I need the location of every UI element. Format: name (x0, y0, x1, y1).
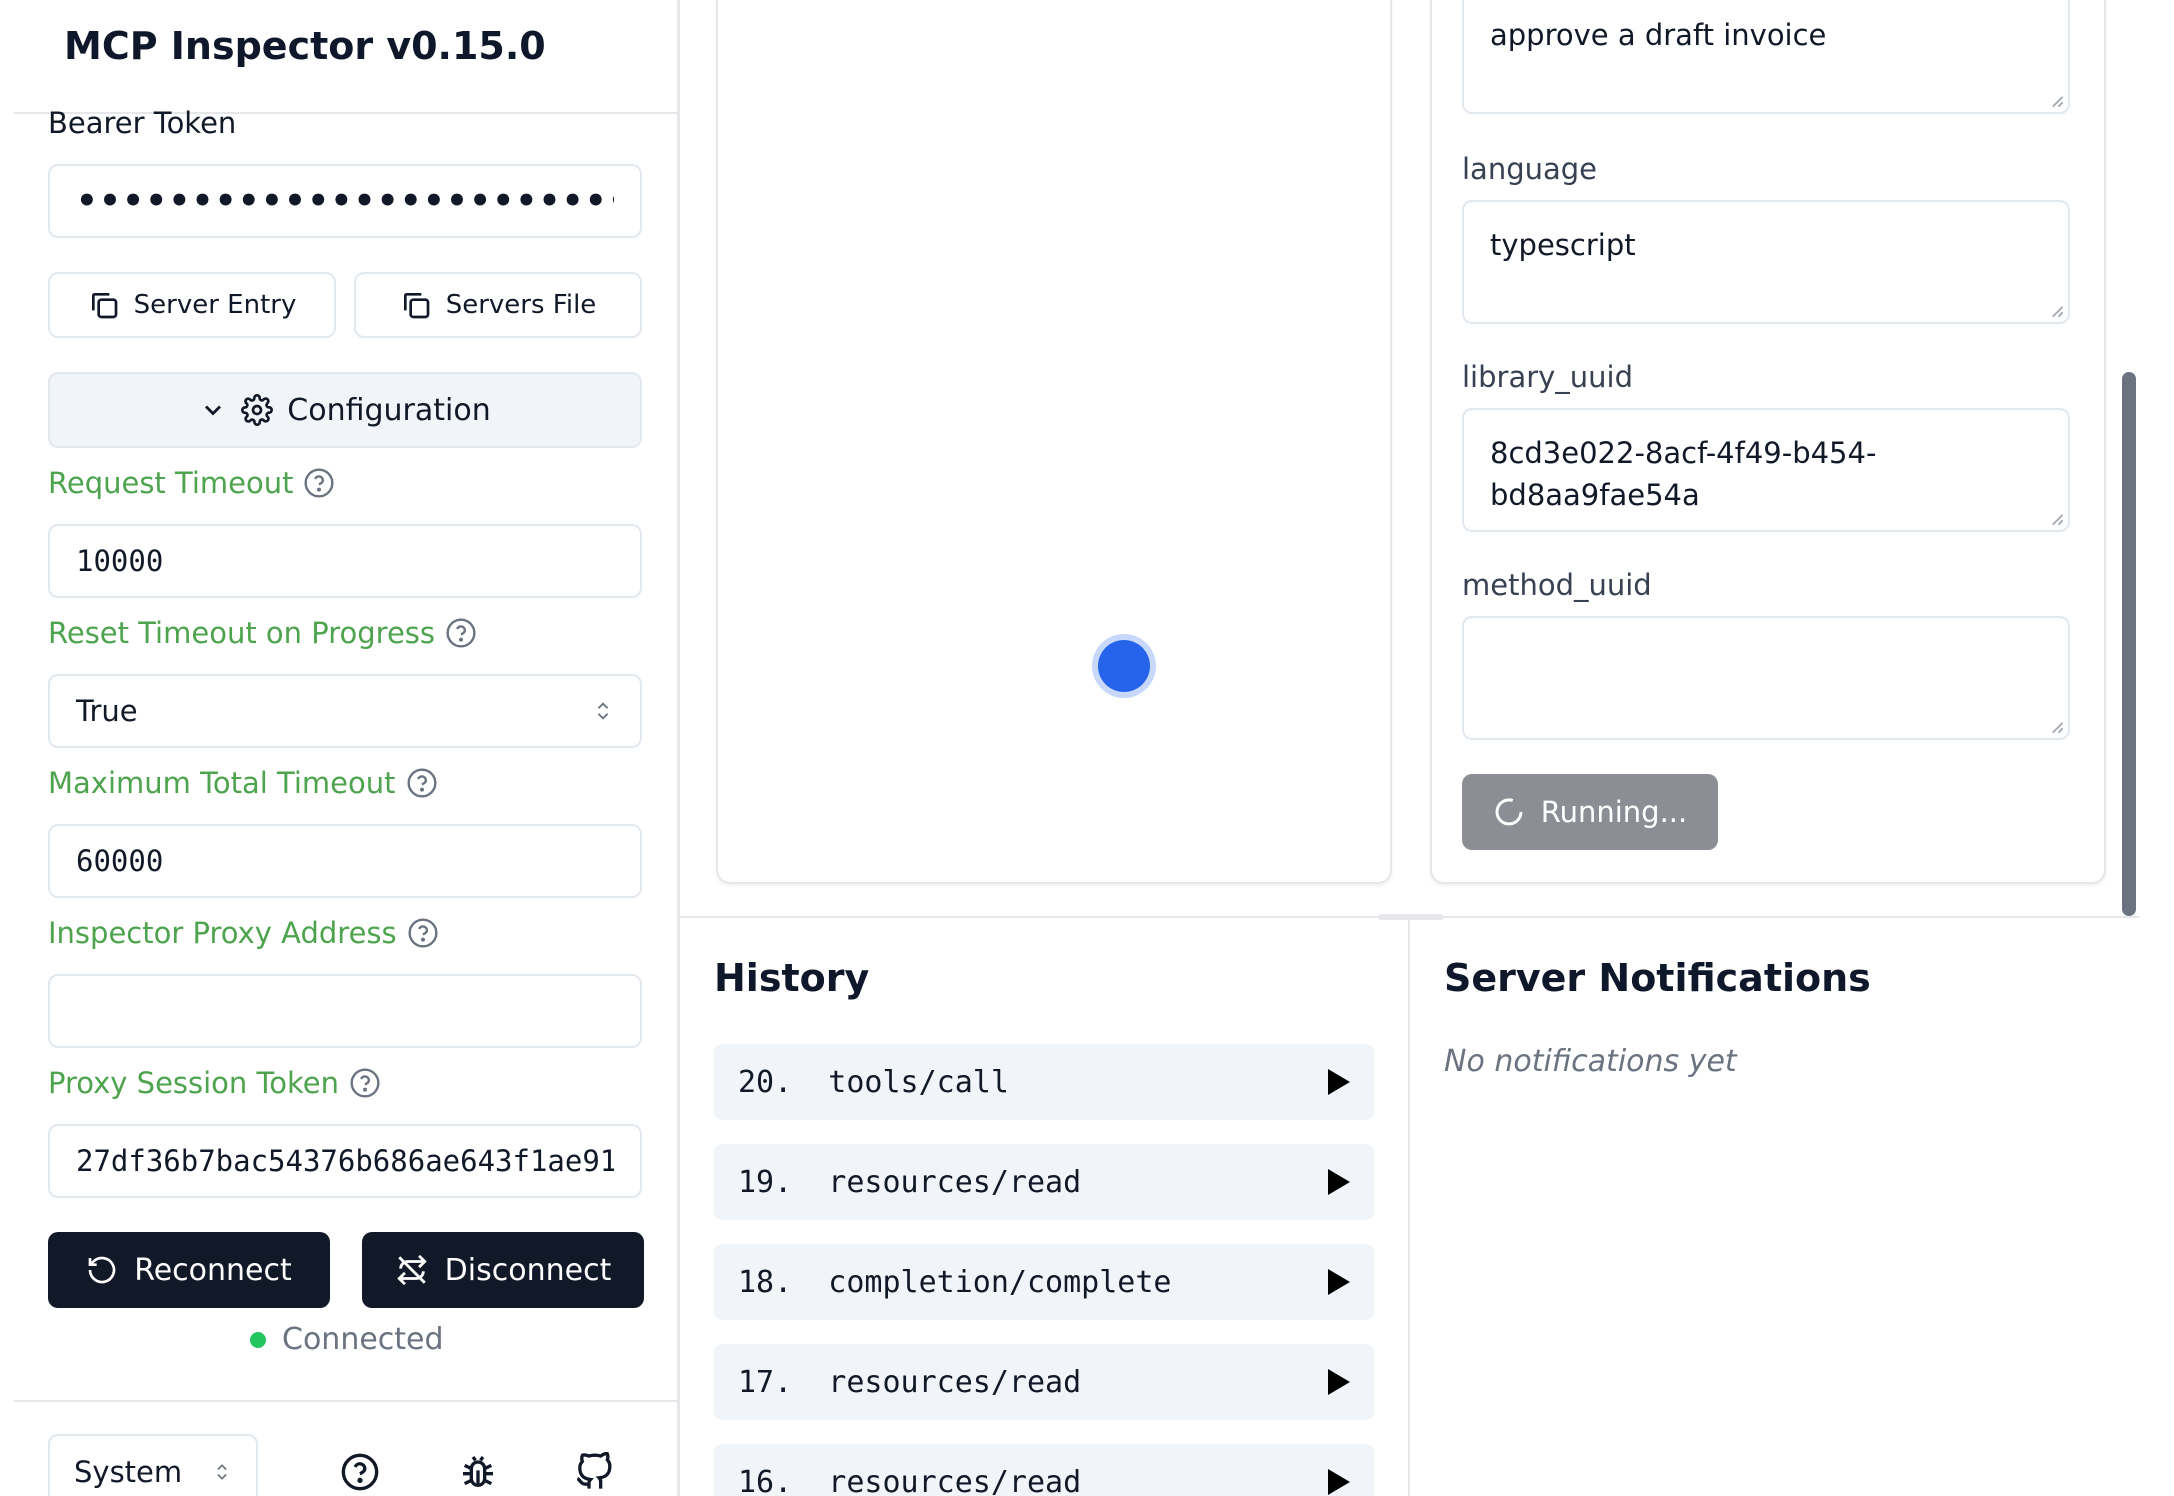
proxy-token-label: Proxy Session Token (48, 1066, 381, 1100)
configuration-toggle[interactable]: Configuration (48, 372, 642, 448)
scrollbar[interactable] (2122, 372, 2136, 916)
run-button-label: Running... (1540, 795, 1688, 829)
history-item[interactable]: 18. completion/complete (714, 1244, 1374, 1320)
app-title: MCP Inspector v0.15.0 (64, 24, 546, 68)
run-tool-button[interactable]: Running... (1462, 774, 1718, 850)
bearer-token-value: •••••••••••••••••••••••••••••• (76, 181, 614, 221)
help-icon[interactable] (340, 1452, 380, 1492)
history-item[interactable]: 16. resources/read (714, 1444, 1374, 1496)
request-timeout-input[interactable]: 10000 (48, 524, 642, 598)
description-textarea[interactable]: approve a draft invoice (1462, 0, 2070, 114)
servers-file-label: Servers File (445, 290, 597, 320)
proxy-token-text: Proxy Session Token (48, 1066, 340, 1100)
sidebar: MCP Inspector v0.15.0 Bearer Token •••••… (0, 0, 680, 1496)
github-icon[interactable] (574, 1452, 614, 1492)
play-icon (1328, 1069, 1350, 1095)
history-item-label: 19. resources/read (738, 1164, 1082, 1200)
bearer-token-input[interactable]: •••••••••••••••••••••••••••••• (48, 164, 642, 238)
bottom-vertical-divider (1408, 918, 1410, 1496)
server-entry-label: Server Entry (133, 290, 297, 320)
proxy-address-input[interactable] (48, 974, 642, 1048)
library-uuid-value: 8cd3e022-8acf-4f49-b454-bd8aa9fae54a (1490, 436, 1877, 512)
help-circle-icon[interactable] (303, 467, 335, 499)
play-icon (1328, 1269, 1350, 1295)
notifications-empty: No notifications yet (1444, 1044, 1737, 1079)
chevrons-up-down-icon (597, 702, 609, 720)
resize-handle-icon (2052, 306, 2064, 318)
history-item-label: 17. resources/read (738, 1364, 1082, 1400)
library-uuid-label: library_uuid (1462, 360, 1634, 394)
request-timeout-label: Request Timeout (48, 466, 335, 500)
copy-server-entry-button[interactable]: Server Entry (48, 272, 336, 338)
max-timeout-value: 60000 (76, 844, 164, 878)
proxy-token-input[interactable]: 27df36b7bac54376b686ae643f1ae91 (48, 1124, 642, 1198)
connection-status-text: Connected (282, 1322, 444, 1357)
reset-timeout-label: Reset Timeout on Progress (48, 616, 477, 650)
language-value: typescript (1490, 228, 1636, 262)
theme-select[interactable]: System (48, 1434, 258, 1496)
max-timeout-label: Maximum Total Timeout (48, 766, 438, 800)
disconnect-label: Disconnect (444, 1252, 612, 1288)
bug-icon[interactable] (458, 1452, 498, 1492)
method-uuid-label: method_uuid (1462, 568, 1652, 602)
bearer-token-label: Bearer Token (48, 106, 237, 140)
method-uuid-textarea[interactable] (1462, 616, 2070, 740)
play-icon (1328, 1469, 1350, 1495)
configuration-label: Configuration (287, 392, 491, 428)
status-dot (250, 1331, 266, 1348)
chevrons-up-down-icon (217, 1464, 227, 1480)
history-title: History (714, 956, 870, 1000)
proxy-token-value: 27df36b7bac54376b686ae643f1ae91 (76, 1144, 614, 1178)
copy-servers-file-button[interactable]: Servers File (354, 272, 642, 338)
resize-handle[interactable] (1378, 914, 1444, 920)
play-icon (1328, 1169, 1350, 1195)
history-item-label: 20. tools/call (738, 1064, 1009, 1100)
history-item-label: 16. resources/read (738, 1464, 1082, 1496)
reset-timeout-value: True (76, 694, 138, 728)
resize-handle-icon (2052, 722, 2064, 734)
result-panel (716, 0, 1392, 884)
description-value: approve a draft invoice (1490, 18, 1827, 52)
request-timeout-text: Request Timeout (48, 466, 294, 500)
resize-handle-icon (2052, 514, 2064, 526)
max-timeout-text: Maximum Total Timeout (48, 766, 396, 800)
reset-timeout-select[interactable]: True (48, 674, 642, 748)
reconnect-label: Reconnect (134, 1252, 292, 1288)
history-item-label: 18. completion/complete (738, 1264, 1172, 1300)
help-circle-icon[interactable] (406, 767, 438, 799)
reset-timeout-text: Reset Timeout on Progress (48, 616, 436, 650)
connection-status: Connected (250, 1322, 444, 1357)
help-circle-icon[interactable] (349, 1067, 381, 1099)
unplug-icon (396, 1254, 427, 1286)
disconnect-button[interactable]: Disconnect (362, 1232, 644, 1308)
language-textarea[interactable]: typescript (1462, 200, 2070, 324)
reconnect-button[interactable]: Reconnect (48, 1232, 330, 1308)
proxy-address-label: Inspector Proxy Address (48, 916, 439, 950)
copy-icon (403, 293, 430, 319)
request-timeout-value: 10000 (76, 544, 164, 578)
history-item[interactable]: 20. tools/call (714, 1044, 1374, 1120)
language-label: language (1462, 152, 1598, 186)
proxy-address-text: Inspector Proxy Address (48, 916, 397, 950)
play-icon (1328, 1369, 1350, 1395)
loader-icon (1495, 798, 1523, 826)
chevron-down-icon (205, 405, 222, 416)
help-circle-icon[interactable] (407, 917, 439, 949)
notifications-title: Server Notifications (1444, 956, 1871, 1000)
resize-handle-icon (2052, 96, 2064, 108)
rotate-ccw-icon (88, 1256, 116, 1284)
max-timeout-input[interactable]: 60000 (48, 824, 642, 898)
history-item[interactable]: 19. resources/read (714, 1144, 1374, 1220)
help-circle-icon[interactable] (445, 617, 477, 649)
library-uuid-textarea[interactable]: 8cd3e022-8acf-4f49-b454-bd8aa9fae54a (1462, 408, 2070, 532)
history-item[interactable]: 17. resources/read (714, 1344, 1374, 1420)
gear-icon (241, 394, 274, 426)
copy-icon (91, 293, 117, 319)
theme-value: System (74, 1455, 183, 1489)
loading-spinner (1098, 640, 1150, 692)
footer-divider (14, 1400, 680, 1402)
